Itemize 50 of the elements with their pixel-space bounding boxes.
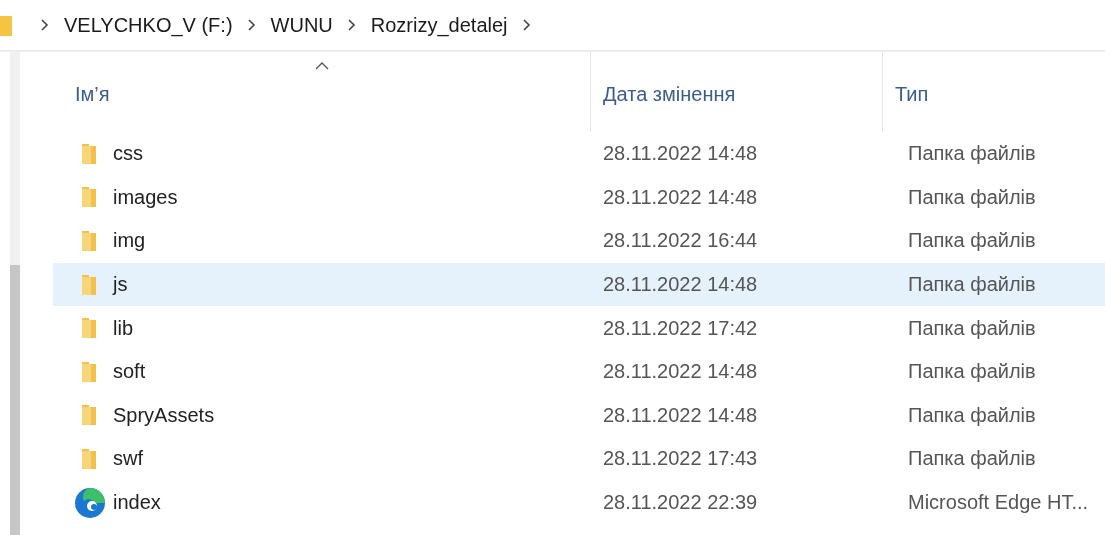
date-cell-text: 28.11.2022 16:44	[602, 229, 759, 253]
file-name: swf	[113, 447, 143, 471]
date-cell-text: 28.11.2022 14:48	[602, 360, 759, 384]
date-cell-text: 28.11.2022 14:48	[602, 273, 759, 297]
breadcrumb-item[interactable]: Rozrizy_detalej	[370, 13, 508, 37]
type-cell-text: Папка файлів	[907, 229, 1037, 253]
type-cell-text: Папка файлів	[907, 142, 1037, 166]
type-cell-text: Папка файлів	[907, 185, 1037, 209]
date-cell-text: 28.11.2022 14:48	[602, 142, 759, 166]
folder-icon	[0, 14, 12, 36]
column-header[interactable]: Ім’я	[53, 52, 590, 132]
chevron-icon	[346, 18, 357, 32]
file-name: js	[113, 273, 128, 297]
breadcrumb-item[interactable]: WUNU	[270, 13, 333, 37]
file-name: img	[113, 229, 146, 253]
column-header[interactable]: Тип	[882, 52, 1105, 132]
file-row[interactable]: soft 28.11.2022 14:48 Папка файлів	[53, 349, 1105, 394]
file-row[interactable]: css 28.11.2022 14:48 Папка файлів	[53, 132, 1105, 176]
scrollbar[interactable]	[10, 52, 20, 535]
chevron-icon	[521, 18, 532, 32]
file-row[interactable]: img 28.11.2022 16:44 Папка файлів	[53, 219, 1105, 263]
type-cell-text: Папка файлів	[907, 360, 1037, 384]
browser-icon	[74, 486, 106, 519]
file-name: css	[113, 142, 143, 166]
file-row[interactable]: lib 28.11.2022 17:42 Папка файлів	[53, 306, 1105, 350]
file-row[interactable]: images 28.11.2022 14:48 Папка файлів	[53, 175, 1105, 220]
file-name: lib	[113, 316, 133, 340]
date-cell-text: 28.11.2022 14:48	[602, 185, 759, 209]
file-row[interactable]: swf 28.11.2022 17:43 Папка файлів	[53, 437, 1105, 481]
file-name: index	[113, 491, 161, 515]
date-cell-text: 28.11.2022 14:48	[602, 403, 759, 427]
file-row[interactable]: index 28.11.2022 22:39 Microsoft Edge HT...	[53, 480, 1105, 525]
file-name: soft	[113, 360, 146, 384]
type-cell-text: Папка файлів	[907, 316, 1037, 340]
sort-caret-icon	[314, 62, 329, 70]
chevron-icon	[40, 18, 50, 32]
file-row[interactable]: SpryAssets 28.11.2022 14:48 Папка файлів	[53, 393, 1105, 438]
date-cell-text: 28.11.2022 17:43	[602, 447, 759, 471]
breadcrumb-item[interactable]: VELYCHKO_V (F:)	[64, 13, 233, 37]
file-row[interactable]: js 28.11.2022 14:48 Папка файлів	[53, 262, 1105, 307]
type-cell-text: Папка файлів	[907, 403, 1037, 427]
type-cell-text: Microsoft Edge HT...	[907, 491, 1090, 515]
date-cell-text: 28.11.2022 22:39	[602, 491, 759, 515]
file-name: images	[113, 185, 178, 209]
file-name: SpryAssets	[113, 403, 215, 427]
type-cell-text: Папка файлів	[907, 447, 1037, 471]
chevron-icon	[246, 18, 257, 32]
column-header[interactable]: Дата змінення	[590, 52, 882, 132]
type-cell-text: Папка файлів	[907, 273, 1037, 297]
date-cell-text: 28.11.2022 17:42	[602, 316, 759, 340]
